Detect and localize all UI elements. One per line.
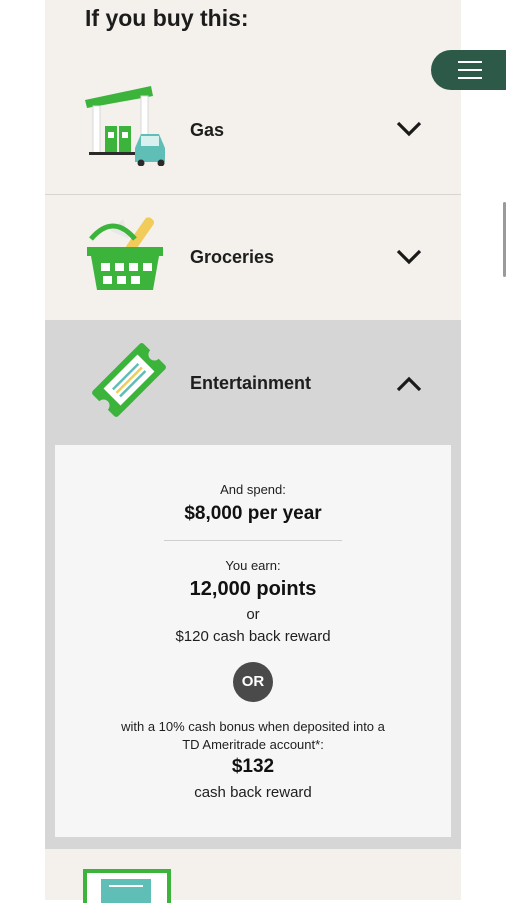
ticket-icon bbox=[92, 343, 166, 417]
chevron-down-icon[interactable] bbox=[395, 247, 423, 267]
spend-value: $8,000 per year bbox=[184, 503, 322, 524]
rewards-card: And spend: $8,000 per year You earn: 12,… bbox=[55, 445, 451, 837]
category-row-groceries[interactable]: Groceries bbox=[45, 194, 461, 320]
category-label: Gas bbox=[190, 120, 225, 140]
chevron-down-icon[interactable] bbox=[395, 119, 423, 139]
gas-station-icon bbox=[85, 86, 165, 166]
hamburger-bar bbox=[458, 69, 482, 71]
category-label: Entertainment bbox=[190, 373, 312, 393]
entertainment-detail: And spend: $8,000 per year You earn: 12,… bbox=[45, 445, 461, 849]
or-text: or bbox=[246, 606, 260, 623]
grocery-basket-icon bbox=[87, 217, 163, 290]
divider bbox=[164, 540, 342, 541]
category-row-entertainment[interactable]: Entertainment bbox=[45, 320, 461, 445]
chevron-up-icon[interactable] bbox=[395, 374, 423, 394]
document-icon bbox=[83, 869, 171, 903]
category-row-next[interactable] bbox=[45, 849, 461, 903]
hamburger-menu-icon bbox=[458, 61, 482, 63]
or-badge: OR bbox=[233, 662, 273, 702]
bonus-line-1: with a 10% cash bonus when deposited int… bbox=[121, 719, 385, 734]
category-label: Groceries bbox=[190, 247, 275, 267]
bonus-line-2: TD Ameritrade account*: bbox=[182, 737, 324, 752]
spend-label: And spend: bbox=[220, 482, 286, 497]
section-heading: If you buy this: bbox=[85, 5, 249, 31]
cashback-value: $120 cash back reward bbox=[175, 628, 331, 645]
category-row-gas[interactable]: Gas bbox=[45, 68, 461, 193]
points-value: 12,000 points bbox=[189, 578, 317, 600]
bonus-cashback: cash back reward bbox=[194, 784, 312, 801]
earn-label: You earn: bbox=[225, 558, 281, 573]
bonus-value: $132 bbox=[231, 756, 275, 777]
menu-button[interactable] bbox=[431, 50, 506, 90]
hamburger-bar bbox=[458, 77, 482, 79]
